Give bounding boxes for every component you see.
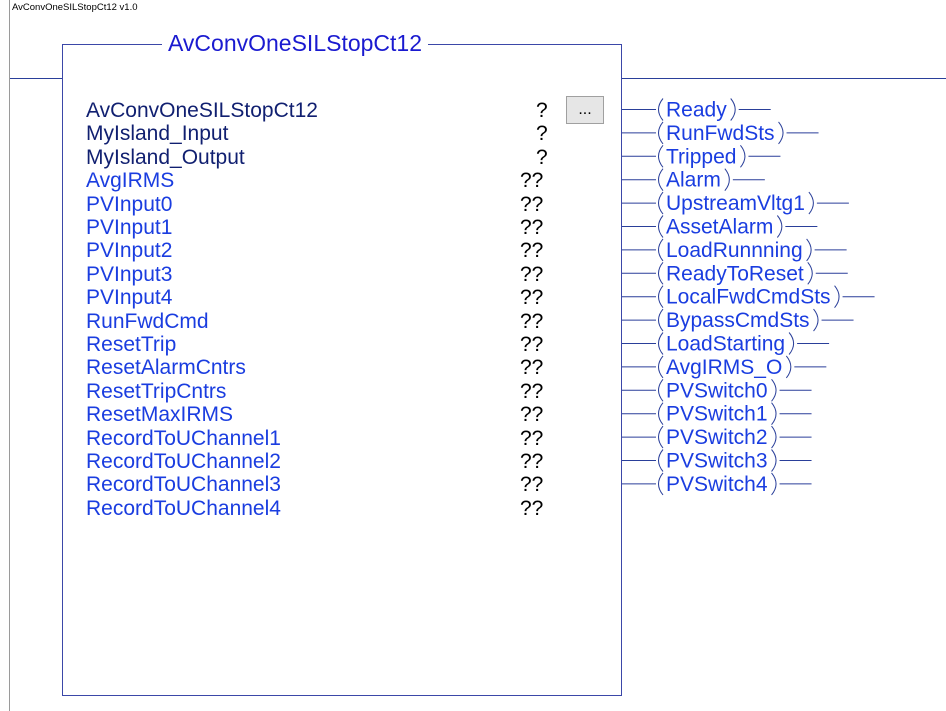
parameter-row: MyIsland_Input?	[0, 122, 946, 146]
parameter-row: ResetTrip??	[0, 333, 946, 357]
parameter-row: PVInput0??	[0, 192, 946, 217]
rung-wire-right	[622, 78, 946, 79]
parameter-row: RunFwdCmd??	[0, 309, 946, 334]
parameter-value[interactable]: ??	[520, 356, 543, 379]
parameter-name: PVInput1	[86, 216, 173, 239]
parameter-name: PVInput4	[86, 286, 173, 310]
parameter-row: ResetMaxIRMS??	[0, 403, 946, 427]
parameter-name: MyIsland_Input	[86, 122, 229, 146]
parameter-value[interactable]: ??	[520, 310, 543, 333]
parameter-value[interactable]: ??	[520, 450, 543, 473]
function-block-title: AvConvOneSILStopCt12	[162, 30, 429, 57]
parameter-row: AvConvOneSILStopCt12?	[0, 99, 946, 123]
parameter-row: PVInput2??	[0, 239, 946, 263]
parameter-row: MyIsland_Output?	[0, 145, 946, 170]
parameter-row: RecordToUChannel4??	[0, 496, 946, 521]
parameter-value[interactable]: ??	[520, 380, 543, 403]
parameter-value[interactable]: ??	[520, 263, 543, 286]
parameter-value[interactable]: ??	[520, 427, 543, 450]
parameter-name: PVInput0	[86, 192, 173, 216]
parameter-name: ResetTrip	[86, 333, 177, 356]
parameter-name: RecordToUChannel4	[86, 496, 281, 520]
parameter-row: AvgIRMS??	[0, 169, 946, 193]
parameter-name: AvgIRMS	[86, 169, 175, 193]
parameter-name: ResetMaxIRMS	[86, 403, 234, 427]
parameter-value[interactable]: ??	[520, 169, 543, 192]
parameter-name: RecordToUChannel1	[86, 426, 281, 450]
parameter-name: AvConvOneSILStopCt12	[86, 99, 318, 122]
parameter-row: ResetTripCntrs??	[0, 379, 946, 404]
parameter-name: RunFwdCmd	[86, 309, 209, 333]
parameter-value[interactable]: ??	[520, 239, 543, 262]
parameter-row: PVInput1??	[0, 216, 946, 240]
parameter-value[interactable]: ??	[520, 497, 543, 520]
parameter-name: ResetAlarmCntrs	[86, 356, 246, 380]
parameter-name: PVInput2	[86, 239, 173, 263]
parameter-value[interactable]: ??	[520, 216, 543, 239]
parameter-value[interactable]: ??	[520, 333, 543, 356]
parameter-value[interactable]: ??	[520, 403, 543, 426]
parameter-value[interactable]: ?	[536, 122, 548, 145]
browse-button[interactable]: ...	[566, 96, 604, 124]
parameter-row: RecordToUChannel1??	[0, 426, 946, 451]
rung-wire-left	[10, 78, 62, 79]
parameter-row: PVInput3??	[0, 262, 946, 287]
parameter-value[interactable]: ??	[520, 286, 543, 309]
parameter-name: RecordToUChannel2	[86, 450, 281, 473]
parameter-row: PVInput4??	[0, 286, 946, 310]
parameter-name: MyIsland_Output	[86, 145, 245, 169]
parameter-value[interactable]: ?	[536, 146, 548, 169]
parameter-name: PVInput3	[86, 262, 173, 286]
parameter-row: RecordToUChannel3??	[0, 473, 946, 497]
parameter-row: RecordToUChannel2??	[0, 450, 946, 474]
parameter-row: ResetAlarmCntrs??	[0, 356, 946, 380]
instruction-version-label: AvConvOneSILStopCt12 v1.0	[12, 2, 138, 13]
parameter-value[interactable]: ??	[520, 193, 543, 216]
parameter-value[interactable]: ??	[520, 473, 543, 496]
parameter-name: ResetTripCntrs	[86, 379, 227, 403]
parameter-value[interactable]: ?	[536, 99, 548, 122]
parameter-name: RecordToUChannel3	[86, 473, 281, 497]
